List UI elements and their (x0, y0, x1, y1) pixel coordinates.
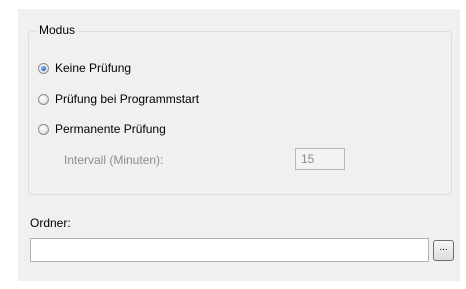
browse-button[interactable]: ... (433, 240, 454, 261)
radio-button-checked[interactable] (38, 62, 49, 74)
radio-keine-pruefung[interactable]: Keine Prüfung (38, 59, 131, 77)
radio-label: Permanente Prüfung (55, 122, 166, 136)
folder-label: Ordner: (30, 216, 71, 230)
modus-groupbox (28, 31, 452, 195)
radio-label: Keine Prüfung (55, 61, 132, 75)
folder-path-input[interactable] (30, 238, 429, 262)
interval-label: Intervall (Minuten): (64, 153, 164, 167)
modus-group-title: Modus (36, 22, 79, 38)
radio-pruefung-programmstart[interactable]: Prüfung bei Programmstart (38, 90, 199, 108)
interval-input[interactable]: 15 (295, 148, 345, 170)
radio-permanente-pruefung[interactable]: Permanente Prüfung (38, 120, 166, 138)
radio-button[interactable] (38, 93, 49, 105)
radio-button[interactable] (38, 123, 49, 135)
radio-label: Prüfung bei Programmstart (55, 92, 200, 106)
